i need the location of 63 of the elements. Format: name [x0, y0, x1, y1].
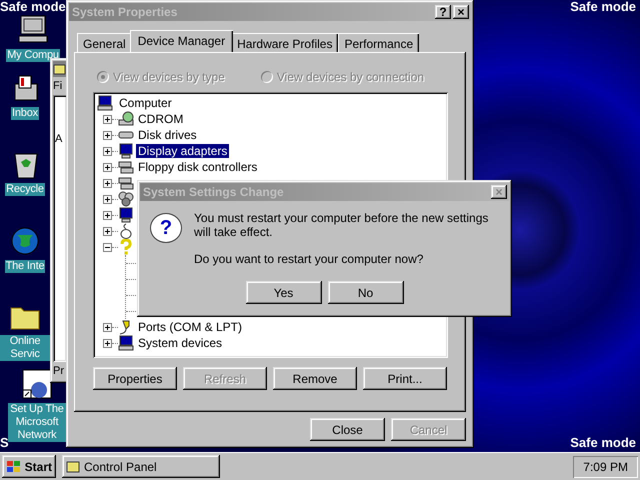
tab[interactable]: General [77, 33, 132, 52]
expand-toggle[interactable] [103, 194, 112, 204]
dialog-button[interactable]: No [328, 281, 404, 304]
tree-item[interactable]: Floppy disk controllers [136, 160, 260, 174]
expand-toggle[interactable] [103, 242, 112, 252]
expand-toggle[interactable] [103, 210, 112, 220]
expand-toggle[interactable] [103, 130, 112, 140]
monitor-icon [118, 143, 134, 159]
safe-mode-label: Safe mode [570, 0, 636, 14]
dialog-button[interactable]: Print... [363, 367, 447, 390]
message-text: You must restart your computer before the new settings will take effect. [194, 211, 490, 239]
tree-item[interactable]: Ports (COM & LPT) [136, 320, 244, 334]
help-button[interactable]: ? [435, 5, 451, 19]
safe-mode-label: Safe mode [570, 436, 636, 450]
flag-logo-icon [6, 460, 22, 474]
globe-icon [9, 225, 41, 257]
expand-toggle[interactable] [103, 338, 112, 348]
expand-toggle[interactable] [103, 146, 112, 156]
controller-icon [118, 175, 134, 191]
tree-item[interactable]: System devices [136, 336, 224, 350]
start-button[interactable]: Start [2, 455, 56, 478]
computer-icon [118, 335, 134, 351]
expand-toggle[interactable] [103, 226, 112, 236]
icon-label[interactable]: Inbox [11, 107, 39, 120]
computer-icon [97, 95, 113, 111]
expand-toggle[interactable] [103, 178, 112, 188]
expand-toggle[interactable] [103, 322, 112, 332]
icon-label[interactable]: Recycle [5, 183, 45, 196]
safe-mode-label: Safe mode [0, 0, 66, 14]
dialog-button[interactable]: Yes [246, 281, 322, 304]
close-button[interactable]: × [453, 5, 469, 19]
tree-item[interactable]: Display adapters [136, 144, 230, 158]
message-text: Do you want to restart your computer now? [194, 252, 424, 266]
tab[interactable]: Hardware Profiles [231, 33, 338, 52]
window-title: System Properties [72, 4, 178, 21]
tree-item[interactable]: Computer [117, 96, 174, 110]
dialog-button[interactable]: Close [310, 418, 385, 441]
tab[interactable]: Device Manager [130, 30, 234, 52]
clock: 7:09 PM [573, 456, 638, 478]
icon-label[interactable]: Set Up The Microsoft Network [8, 403, 66, 442]
icon-label[interactable]: The Inte [4, 260, 46, 273]
mouse-icon [118, 223, 134, 239]
network-icon [118, 191, 134, 207]
dialog-button[interactable]: Properties [93, 367, 177, 390]
network-shortcut-icon [21, 368, 53, 400]
cd-drive-icon [118, 111, 134, 127]
question-mark-icon [118, 239, 134, 255]
tab[interactable]: Performance [338, 33, 420, 52]
tree-item[interactable]: CDROM [136, 112, 186, 126]
expand-toggle[interactable] [103, 114, 112, 124]
monitor-icon [118, 207, 134, 223]
dialog-button[interactable]: Remove [273, 367, 357, 390]
question-icon: ? [150, 213, 182, 243]
list-text: A [55, 132, 64, 147]
expand-toggle[interactable] [103, 162, 112, 172]
taskbar-button[interactable]: Control Panel [62, 455, 220, 478]
icon-label[interactable]: Online Servic [0, 335, 50, 361]
tree-item[interactable]: Disk drives [136, 128, 199, 142]
controller-icon [118, 159, 134, 175]
status-text: Pr [53, 364, 65, 379]
safe-mode-label: S [0, 436, 9, 450]
menu-item[interactable]: Fi [53, 77, 67, 95]
icon-label[interactable]: My Compu [6, 49, 60, 62]
